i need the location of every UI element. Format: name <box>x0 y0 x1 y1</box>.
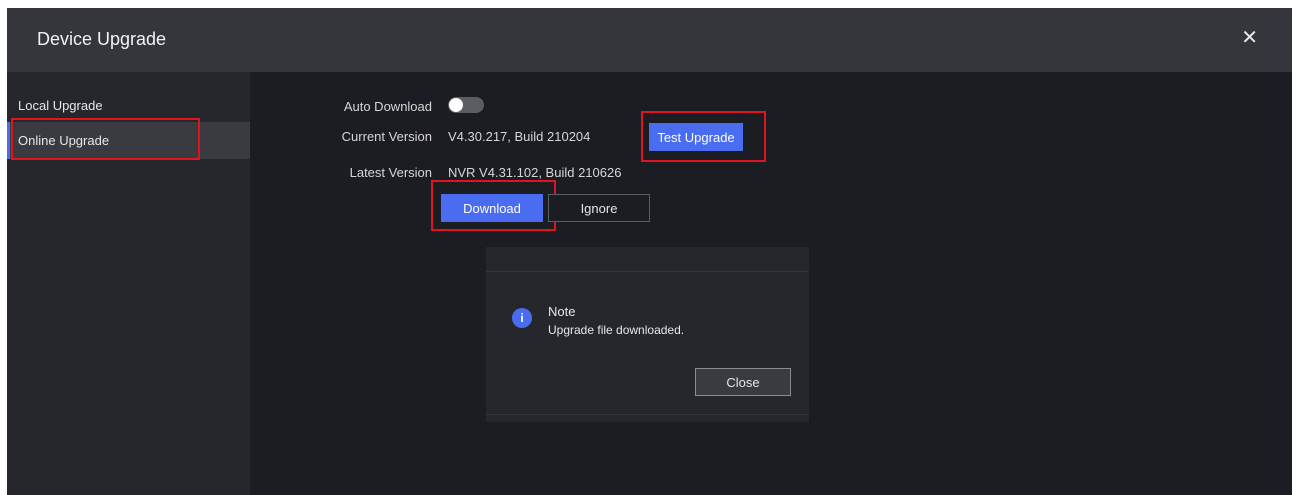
dialog-divider-top <box>486 271 809 272</box>
toggle-knob <box>449 98 463 112</box>
sidebar: Local Upgrade Online Upgrade <box>7 72 250 495</box>
device-upgrade-window: Device Upgrade ✕ Local Upgrade Online Up… <box>7 8 1292 495</box>
sidebar-item-online-upgrade[interactable]: Online Upgrade <box>7 122 250 159</box>
sidebar-item-label: Local Upgrade <box>18 98 103 113</box>
auto-download-toggle[interactable] <box>448 97 484 113</box>
dialog-message: Upgrade file downloaded. <box>548 323 685 337</box>
current-version-label: Current Version <box>341 129 432 144</box>
auto-download-label: Auto Download <box>343 99 432 114</box>
sidebar-item-local-upgrade[interactable]: Local Upgrade <box>7 87 250 124</box>
latest-version-label: Latest Version <box>349 165 432 180</box>
dialog-title: Note <box>548 304 576 319</box>
latest-version-value: NVR V4.31.102, Build 210626 <box>448 165 622 180</box>
test-upgrade-button[interactable]: Test Upgrade <box>649 123 743 151</box>
selection-indicator <box>7 122 10 159</box>
current-version-value: V4.30.217, Build 210204 <box>448 129 591 144</box>
ignore-button[interactable]: Ignore <box>548 194 650 222</box>
dialog-divider-bottom <box>486 414 809 415</box>
title-bar: Device Upgrade ✕ <box>7 8 1292 72</box>
sidebar-item-label: Online Upgrade <box>18 133 110 148</box>
download-button[interactable]: Download <box>441 194 543 222</box>
dialog-close-button[interactable]: Close <box>695 368 791 396</box>
note-dialog: i Note Upgrade file downloaded. Close <box>486 247 809 422</box>
close-icon[interactable]: ✕ <box>1241 28 1258 48</box>
window-title: Device Upgrade <box>37 29 167 49</box>
info-icon: i <box>512 308 532 328</box>
